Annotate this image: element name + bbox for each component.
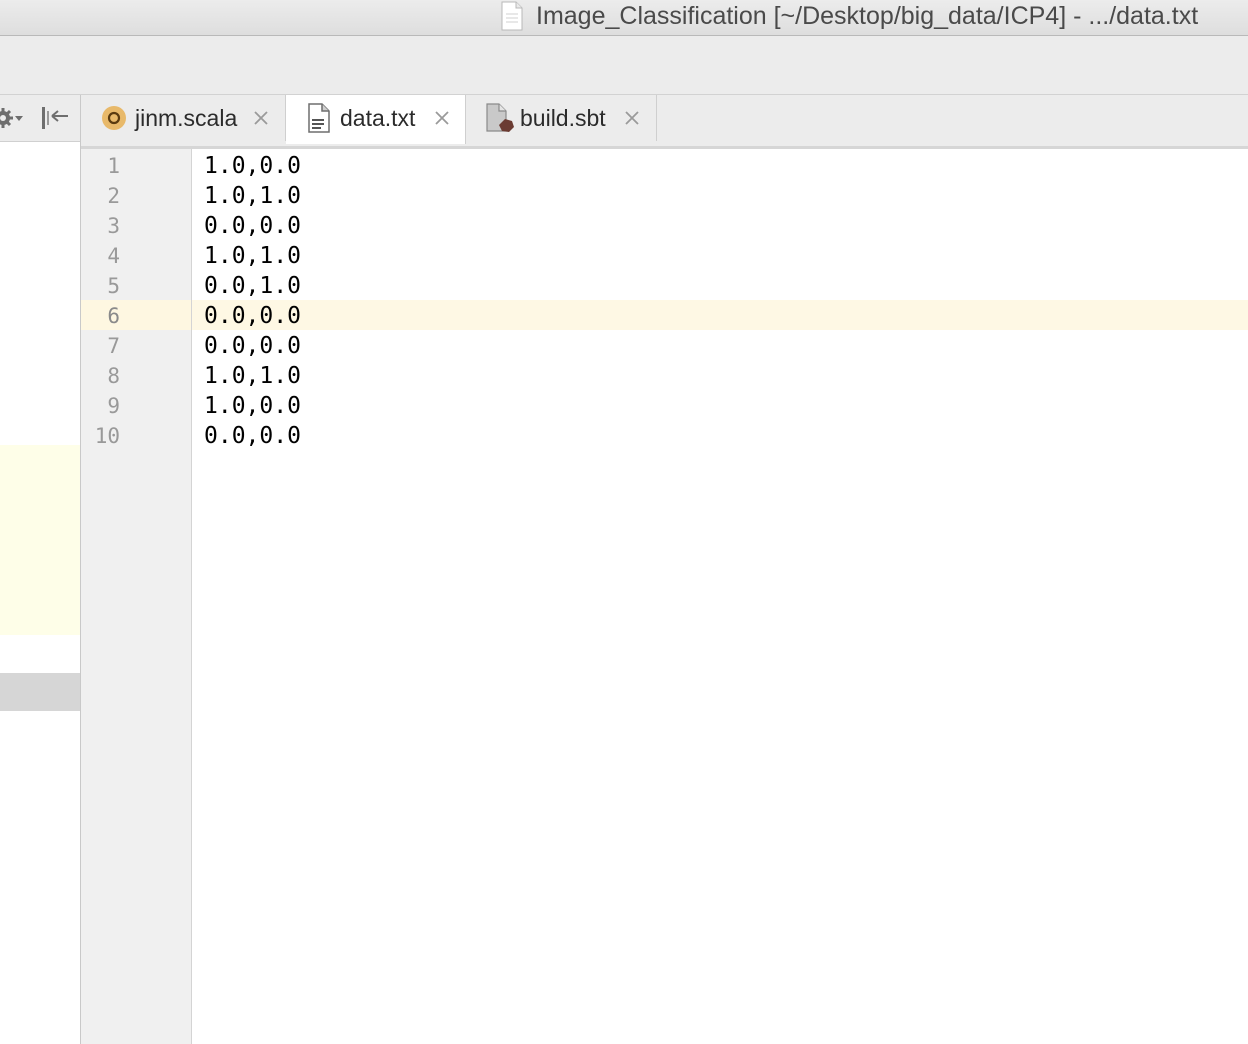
code-line[interactable]: 1 1.0,0.0 bbox=[81, 151, 1248, 181]
tab-label: build.sbt bbox=[520, 105, 606, 131]
document-icon bbox=[501, 1, 523, 31]
close-icon[interactable] bbox=[623, 109, 641, 127]
window-title: Image_Classification [~/Desktop/big_data… bbox=[536, 2, 1199, 30]
project-panel-selected-row[interactable] bbox=[0, 673, 80, 711]
code-line[interactable]: 8 1.0,1.0 bbox=[81, 361, 1248, 391]
code-line[interactable]: 10 0.0,0.0 bbox=[81, 421, 1248, 451]
code-text[interactable]: 1.0,0.0 bbox=[204, 391, 301, 421]
code-line[interactable]: 7 0.0,0.0 bbox=[81, 331, 1248, 361]
code-text[interactable]: 1.0,1.0 bbox=[204, 241, 301, 271]
collapse-panel-icon[interactable] bbox=[40, 105, 70, 131]
line-number: 2 bbox=[107, 184, 120, 208]
close-icon[interactable] bbox=[252, 109, 270, 127]
toolbar bbox=[0, 36, 1248, 95]
tab-build-sbt[interactable]: build.sbt bbox=[466, 95, 657, 141]
editor-lines[interactable]: 1 1.0,0.0 2 1.0,1.0 3 0.0,0.0 4 1.0,1.0 5 0.0,1.0… bbox=[81, 151, 1248, 451]
code-line[interactable]: 9 1.0,0.0 bbox=[81, 391, 1248, 421]
code-line[interactable]: 5 0.0,1.0 bbox=[81, 271, 1248, 301]
line-number: 9 bbox=[107, 394, 120, 418]
tab-label: data.txt bbox=[340, 105, 416, 131]
code-text[interactable]: 0.0,0.0 bbox=[204, 211, 301, 241]
line-number: 5 bbox=[107, 274, 120, 298]
code-text[interactable]: 0.0,0.0 bbox=[204, 421, 301, 451]
project-panel bbox=[0, 95, 81, 1044]
text-file-icon bbox=[308, 103, 330, 133]
code-line[interactable]: 4 1.0,1.0 bbox=[81, 241, 1248, 271]
tab-label: jinm.scala bbox=[135, 105, 238, 131]
close-icon[interactable] bbox=[433, 109, 451, 127]
scala-object-icon bbox=[102, 106, 126, 130]
line-number: 1 bbox=[107, 154, 120, 178]
code-line[interactable]: 6 0.0,0.0 bbox=[81, 301, 1248, 331]
title-bar: Image_Classification [~/Desktop/big_data… bbox=[0, 0, 1248, 36]
line-number: 8 bbox=[107, 364, 120, 388]
gear-icon[interactable] bbox=[0, 105, 24, 131]
code-line[interactable]: 3 0.0,0.0 bbox=[81, 211, 1248, 241]
line-number: 3 bbox=[107, 214, 120, 238]
code-text[interactable]: 0.0,0.0 bbox=[204, 301, 301, 331]
line-number: 10 bbox=[94, 424, 120, 448]
code-text[interactable]: 1.0,1.0 bbox=[204, 361, 301, 391]
editor-tab-bar: jinm.scala data.txt build.sbt bbox=[81, 95, 1248, 149]
code-text[interactable]: 1.0,1.0 bbox=[204, 181, 301, 211]
code-text[interactable]: 1.0,0.0 bbox=[204, 151, 301, 181]
tab-jinm-scala[interactable]: jinm.scala bbox=[81, 95, 286, 141]
code-text[interactable]: 0.0,0.0 bbox=[204, 331, 301, 361]
project-panel-header bbox=[0, 95, 80, 142]
line-number: 6 bbox=[107, 304, 120, 328]
line-number: 7 bbox=[107, 334, 120, 358]
code-text[interactable]: 0.0,1.0 bbox=[204, 271, 301, 301]
sbt-file-icon bbox=[486, 103, 514, 132]
line-number: 4 bbox=[107, 244, 120, 268]
tab-data-txt[interactable]: data.txt bbox=[286, 95, 466, 144]
code-line[interactable]: 2 1.0,1.0 bbox=[81, 181, 1248, 211]
project-panel-highlight bbox=[0, 445, 80, 635]
